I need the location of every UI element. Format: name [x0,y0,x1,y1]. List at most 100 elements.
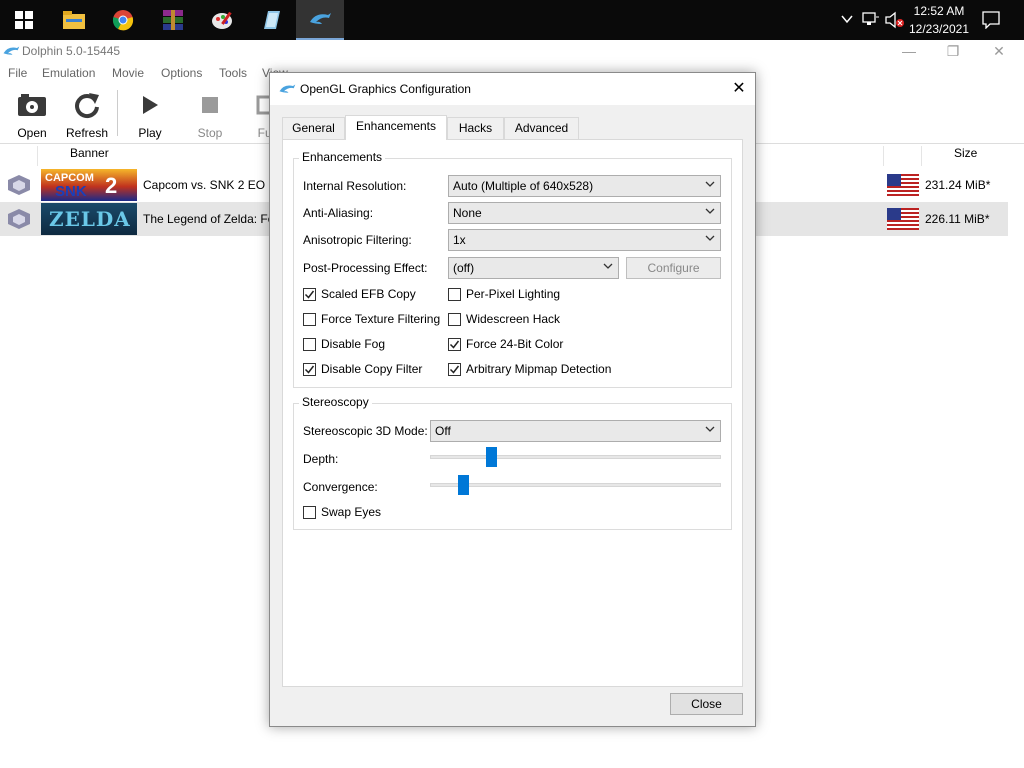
play-icon [143,96,158,114]
tab-enhancements[interactable]: Enhancements [345,115,447,140]
stereo-mode-value: Off [435,424,451,438]
dolphin-app-icon [279,84,296,93]
tab-general[interactable]: General [282,117,345,139]
checkbox-label: Scaled EFB Copy [321,287,416,301]
depth-slider-thumb[interactable] [486,447,497,467]
maximize-button[interactable]: ❐ [930,40,976,62]
checkbox-label: Force Texture Filtering [321,312,441,326]
internal-resolution-dropdown[interactable]: Auto (Multiple of 640x528) [448,175,721,197]
anti-aliasing-dropdown[interactable]: None [448,202,721,224]
network-icon[interactable] [862,11,880,30]
main-titlebar: Dolphin 5.0-15445 — ❐ ✕ [0,40,1024,62]
game-size: 226.11 MiB* [925,212,990,226]
column-header-size[interactable]: Size [954,146,977,160]
checkbox-box [303,288,316,301]
column-divider [883,146,884,166]
game-banner-capcom: CAPCOM SNK 2 [41,169,137,201]
dialog-close-button[interactable]: Close [670,693,743,715]
checkbox-box [448,338,461,351]
column-divider [921,146,922,166]
notepad-icon [264,11,280,29]
menu-options[interactable]: Options [161,66,202,80]
notifications-icon[interactable] [982,11,1000,32]
chevron-down-icon [705,208,715,214]
tab-hacks[interactable]: Hacks [447,117,504,139]
refresh-button[interactable]: Refresh [61,90,113,140]
open-label: Open [17,126,47,140]
convergence-slider-track[interactable] [430,483,721,487]
winrar-icon [163,10,183,30]
convergence-slider-thumb[interactable] [458,475,469,495]
configure-button[interactable]: Configure [626,257,721,279]
chrome-icon [112,10,134,31]
anisotropic-filtering-value: 1x [453,233,466,247]
start-button[interactable] [0,0,48,40]
tab-advanced[interactable]: Advanced [504,117,579,139]
dialog-close-x-button[interactable]: ✕ [723,73,755,105]
refresh-label: Refresh [65,126,109,140]
stereo-mode-dropdown[interactable]: Off [430,420,721,442]
open-disc-icon [18,94,46,116]
checkbox-label: Swap Eyes [321,505,382,519]
paint-icon [212,11,232,29]
taskbar-notepad[interactable] [247,0,295,40]
post-processing-dropdown[interactable]: (off) [448,257,619,279]
stop-label: Stop [197,126,223,140]
depth-slider-track[interactable] [430,455,721,459]
taskbar-dolphin[interactable] [296,0,344,40]
checkbox-box [303,506,316,519]
gamecube-icon [8,209,30,229]
chevron-down-icon [705,426,715,432]
anti-aliasing-label: Anti-Aliasing: [303,206,374,220]
anisotropic-filtering-dropdown[interactable]: 1x [448,229,721,251]
column-header-banner[interactable]: Banner [70,146,109,160]
taskbar-chrome[interactable] [99,0,147,40]
checkbox-label: Per-Pixel Lighting [466,287,561,301]
checkmark-icon [304,290,315,299]
game-banner-zelda: ZELDA [41,203,137,235]
game-size: 231.24 MiB* [925,178,991,192]
menu-emulation[interactable]: Emulation [42,66,95,80]
stop-button[interactable]: Stop [184,90,236,140]
stereoscopy-group-title: Stereoscopy [299,395,372,409]
depth-label: Depth: [303,452,339,466]
main-window-title: Dolphin 5.0-15445 [22,44,121,58]
open-button[interactable]: Open [6,90,58,140]
column-divider [37,146,38,166]
checkbox-box [448,363,461,376]
checkbox-label: Disable Fog [321,337,386,351]
gamecube-icon [8,175,30,195]
chevron-down-icon [603,263,613,269]
windows-start-icon [15,11,33,29]
menu-movie[interactable]: Movie [112,66,144,80]
internal-resolution-value: Auto (Multiple of 640x528) [453,179,594,193]
usa-flag-icon [887,208,919,230]
taskbar-winrar[interactable] [149,0,197,40]
menu-tools[interactable]: Tools [219,66,247,80]
checkbox-label: Widescreen Hack [466,312,561,326]
clock-time[interactable]: 12:52 AM [899,4,979,18]
game-title: The Legend of Zelda: Fo [143,212,275,226]
checkbox-label: Force 24-Bit Color [466,337,564,351]
taskbar-file-explorer[interactable] [50,0,98,40]
game-title: Capcom vs. SNK 2 EO [143,178,266,192]
enhancements-group-title: Enhancements [299,150,386,164]
taskbar-paint[interactable] [199,0,247,40]
refresh-icon [75,93,99,119]
checkmark-icon [304,365,315,374]
checkbox-box [448,288,461,301]
tray-chevron-icon[interactable] [840,12,854,29]
play-button[interactable]: Play [124,90,176,140]
anisotropic-filtering-label: Anisotropic Filtering: [303,233,412,247]
post-processing-label: Post-Processing Effect: [303,261,428,275]
menu-file[interactable]: File [8,66,27,80]
checkbox-box [303,338,316,351]
chevron-down-icon [705,235,715,241]
dialog-titlebar: OpenGL Graphics Configuration ✕ [270,73,755,105]
toolbar-separator [117,90,118,136]
checkmark-icon [449,365,460,374]
minimize-button[interactable]: — [886,40,932,62]
internal-resolution-label: Internal Resolution: [303,179,407,193]
clock-date[interactable]: 12/23/2021 [899,22,979,36]
main-close-button[interactable]: ✕ [976,40,1022,62]
